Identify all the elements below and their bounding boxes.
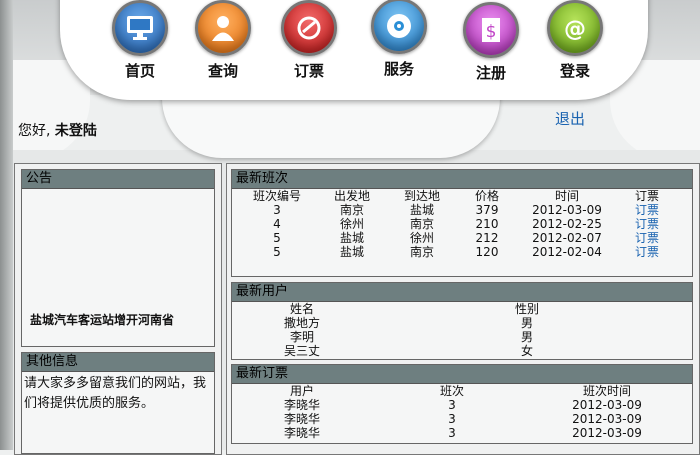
table-row: 4 徐州 南京 210 2012-02-25 订票 <box>232 217 692 231</box>
nav-item-login[interactable]: @ 登录 <box>540 0 610 81</box>
table-row: 撒地方 男 <box>283 316 533 330</box>
latest-users-panel: 最新用户 姓名 性别 撒地方 男 李明 男 吴三丈 女 <box>231 282 693 360</box>
table-row: 李晓华 3 2012-03-09 <box>283 426 642 440</box>
nav-label: 服务 <box>383 60 414 78</box>
nav-item-booking[interactable]: 订票 <box>274 0 344 81</box>
col-header: 性别 <box>514 302 539 316</box>
book-link[interactable]: 订票 <box>622 203 672 217</box>
nav-bar: 首页 查询 订票 服务 $ 注册 @ 登录 <box>60 0 648 100</box>
announcement-marquee[interactable]: 盐城汽车客运站增开河南省 <box>30 311 210 328</box>
svg-text:$: $ <box>486 22 497 42</box>
nav-item-register[interactable]: $ 注册 <box>456 2 526 83</box>
nav-label: 首页 <box>124 62 155 80</box>
nav-item-query[interactable]: 查询 <box>188 0 258 81</box>
book-link[interactable]: 订票 <box>622 231 672 245</box>
left-strip <box>0 0 13 450</box>
panel-title: 最新用户 <box>232 283 692 302</box>
disc-icon <box>371 0 427 54</box>
ticket-icon <box>281 0 337 56</box>
other-info-panel: 其他信息 请大家多多留意我们的网站，我们将提供优质的服务。 <box>21 352 215 454</box>
col-header: 价格 <box>474 189 499 203</box>
nav-item-home[interactable]: 首页 <box>105 0 175 81</box>
nav-item-service[interactable]: 服务 <box>364 0 434 79</box>
greeting: 您好, 未登陆 <box>18 120 97 140</box>
table-row: 5 盐城 徐州 212 2012-02-07 订票 <box>232 231 692 245</box>
col-header: 班次编号 <box>252 189 301 203</box>
col-header: 出发地 <box>333 189 370 203</box>
nav-label: 订票 <box>293 62 324 80</box>
latest-orders-panel: 最新订票 用户 班次 班次时间 李晓华 3 2012-03-09 李晓华 3 2… <box>231 364 693 444</box>
table-row: 5 盐城 南京 120 2012-02-04 订票 <box>232 245 692 259</box>
svg-text:@: @ <box>564 17 586 42</box>
dollar-doc-icon: $ <box>463 2 519 58</box>
at-icon: @ <box>547 0 603 56</box>
table-row: 吴三丈 女 <box>283 344 533 358</box>
col-header: 时间 <box>554 189 579 203</box>
login-status: 未登陆 <box>54 123 97 139</box>
table-row: 3 南京 盐城 379 2012-03-09 订票 <box>232 203 692 217</box>
col-header: 订票 <box>634 189 659 203</box>
table-row: 李晓华 3 2012-03-09 <box>283 398 642 412</box>
latest-trips-panel: 最新班次 班次编号 出发地 到达地 价格 时间 订票 3 南京 盐城 379 2… <box>231 169 693 277</box>
other-info-text: 请大家多多留意我们的网站，我们将提供优质的服务。 <box>24 376 207 411</box>
col-header: 到达地 <box>403 189 440 203</box>
table-row: 李晓华 3 2012-03-09 <box>283 412 642 426</box>
panel-title: 公告 <box>22 170 214 189</box>
trips-table: 班次编号 出发地 到达地 价格 时间 订票 3 南京 盐城 379 2012-0… <box>232 189 692 259</box>
book-link[interactable]: 订票 <box>622 245 672 259</box>
nav-label: 登录 <box>559 62 590 80</box>
greeting-text: 您好, <box>18 123 51 139</box>
col-header: 用户 <box>289 384 314 398</box>
col-header: 班次时间 <box>582 384 631 398</box>
book-link[interactable]: 订票 <box>622 217 672 231</box>
table-header: 班次编号 出发地 到达地 价格 时间 订票 <box>232 189 692 203</box>
table-header: 姓名 性别 <box>232 302 692 316</box>
person-icon <box>195 0 251 56</box>
table-row: 李明 男 <box>289 330 533 344</box>
table-header: 用户 班次 班次时间 <box>232 384 692 398</box>
users-table: 姓名 性别 撒地方 男 李明 男 吴三丈 女 <box>232 302 692 358</box>
panel-title: 其他信息 <box>22 353 214 372</box>
orders-table: 用户 班次 班次时间 李晓华 3 2012-03-09 李晓华 3 2012-0… <box>232 384 692 440</box>
nav-label: 注册 <box>475 64 506 82</box>
col-header: 姓名 <box>289 302 314 316</box>
announcement-panel: 公告 盐城汽车客运站增开河南省 <box>21 169 215 347</box>
nav-label: 查询 <box>207 62 238 80</box>
panel-title: 最新班次 <box>232 170 692 189</box>
logout-link[interactable]: 退出 <box>555 108 585 129</box>
panel-title: 最新订票 <box>232 365 692 384</box>
monitor-icon <box>112 0 168 56</box>
col-header: 班次 <box>439 384 464 398</box>
